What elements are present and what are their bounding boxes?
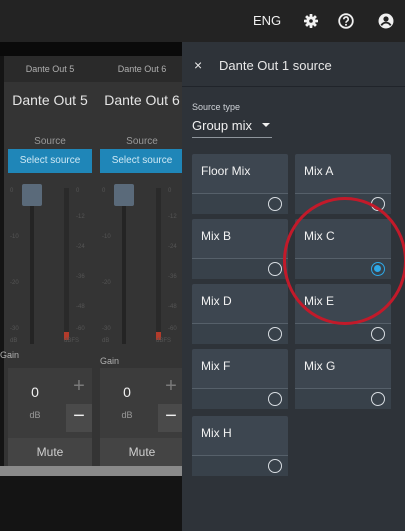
source-type-dropdown[interactable]: Group mix — [192, 118, 272, 138]
mix-option-mix-b[interactable]: Mix B — [192, 219, 288, 279]
account-icon[interactable] — [377, 12, 395, 30]
mix-option-label: Mix G — [304, 359, 336, 373]
meter-scale-label: -48 — [76, 304, 85, 310]
level-meter — [156, 188, 161, 340]
radio-button[interactable] — [268, 262, 282, 276]
source-type-label: Source type — [192, 102, 241, 112]
gain-label: Gain — [0, 350, 20, 360]
mix-option-label: Mix A — [304, 164, 334, 178]
mix-option-mix-h[interactable]: Mix H — [192, 416, 288, 476]
gain-value[interactable]: 0 — [8, 384, 62, 400]
gain-unit: dB — [121, 410, 133, 420]
radio-button[interactable] — [268, 327, 282, 341]
meter-scale-label: -12 — [76, 214, 85, 220]
fader-scale-label: -10 — [102, 234, 111, 240]
select-source-button[interactable]: Select source — [8, 149, 92, 173]
radio-button[interactable] — [371, 392, 385, 406]
gear-icon[interactable] — [302, 12, 320, 30]
strip-header: Dante Out 5 — [4, 56, 96, 82]
fader-scale-label: -30 — [10, 326, 19, 332]
fader-scale-label: -20 — [10, 280, 19, 286]
meter-scale-label: -60 — [168, 326, 177, 332]
gain-control: 0 dB + − — [100, 368, 182, 438]
fader-scale-label: -30 — [102, 326, 111, 332]
fader-scale-label: -10 — [10, 234, 19, 240]
mix-option-mix-d[interactable]: Mix D — [192, 284, 288, 344]
fader-track[interactable] — [30, 184, 34, 344]
strip-name[interactable]: Dante Out 5 — [4, 92, 96, 108]
mix-option-label: Floor Mix — [201, 164, 251, 178]
gain-increase-button[interactable]: + — [158, 372, 182, 400]
radio-button[interactable] — [371, 327, 385, 341]
mix-option-mix-g[interactable]: Mix G — [295, 349, 391, 409]
mix-option-label: Mix H — [201, 426, 232, 440]
mix-option-floor-mix[interactable]: Floor Mix — [192, 154, 288, 214]
meter-scale-label: 0 — [168, 188, 172, 194]
gain-control: 0 dB + − — [8, 368, 92, 438]
mix-option-label: Mix D — [201, 294, 232, 308]
mix-option-footer — [192, 323, 288, 344]
radio-button[interactable] — [268, 459, 282, 473]
mix-option-footer — [295, 323, 391, 344]
meter-scale-label: -48 — [168, 304, 177, 310]
source-type-value: Group mix — [192, 118, 252, 133]
help-icon[interactable] — [337, 12, 355, 30]
meter-scale-label: -36 — [168, 274, 177, 280]
meter-scale-label: -12 — [168, 214, 177, 220]
level-meter — [64, 188, 69, 340]
horizontal-scrollbar[interactable] — [0, 466, 182, 476]
mix-option-label: Mix B — [201, 229, 231, 243]
gain-unit: dB — [29, 410, 41, 420]
strip-header: Dante Out 6 — [96, 56, 182, 82]
mixer-area: Dante Out 5 Dante Out 5 Source Select so… — [0, 42, 182, 531]
fader-scale-label: 0 — [102, 188, 106, 194]
gain-value[interactable]: 0 — [100, 384, 154, 400]
meter-scale-label: -36 — [76, 274, 85, 280]
mix-option-label: Mix F — [201, 359, 231, 373]
fader-scale-label: -20 — [102, 280, 111, 286]
panel-title: Dante Out 1 source — [219, 58, 332, 73]
dbfs-label: dBFS — [64, 338, 80, 344]
source-label: Source — [34, 136, 66, 147]
meter-scale-label: -60 — [76, 326, 85, 332]
mixer-band — [0, 42, 182, 56]
fader-scale-label: 0 — [10, 188, 14, 194]
radio-button[interactable] — [268, 197, 282, 211]
meter-scale-label: -24 — [168, 244, 177, 250]
mix-option-footer — [192, 258, 288, 279]
mix-option-footer — [295, 388, 391, 409]
channel-strip-dante-out-5: Dante Out 5 Dante Out 5 Source Select so… — [4, 56, 96, 476]
mix-option-footer — [192, 193, 288, 214]
chevron-down-icon — [262, 123, 270, 127]
divider — [182, 86, 405, 87]
strip-name[interactable]: Dante Out 6 — [96, 92, 182, 108]
language-selector[interactable]: ENG — [253, 13, 281, 28]
top-bar: ENG — [0, 0, 405, 42]
mix-option-footer — [192, 388, 288, 409]
gain-label: Gain — [100, 356, 120, 366]
gain-increase-button[interactable]: + — [66, 372, 92, 400]
highlight-annotation-circle — [283, 197, 405, 325]
db-label: dB — [102, 338, 110, 344]
meter-scale-label: 0 — [76, 188, 80, 194]
mix-option-mix-f[interactable]: Mix F — [192, 349, 288, 409]
mix-option-footer — [192, 455, 288, 476]
gain-decrease-button[interactable]: − — [158, 404, 182, 432]
mute-button[interactable]: Mute — [100, 438, 182, 466]
meter-scale-label: -24 — [76, 244, 85, 250]
gain-decrease-button[interactable]: − — [66, 404, 92, 432]
fader-handle[interactable] — [22, 184, 42, 206]
close-icon[interactable]: × — [194, 57, 202, 73]
select-source-button[interactable]: Select source — [100, 149, 182, 173]
fader-track[interactable] — [122, 184, 126, 344]
db-label: dB — [10, 338, 18, 344]
radio-button[interactable] — [268, 392, 282, 406]
dbfs-label: dBFS — [156, 338, 172, 344]
fader-handle[interactable] — [114, 184, 134, 206]
mute-button[interactable]: Mute — [8, 438, 92, 466]
source-label: Source — [126, 136, 158, 147]
channel-strip-dante-out-6: Dante Out 6 Dante Out 6 Source Select so… — [96, 56, 182, 476]
